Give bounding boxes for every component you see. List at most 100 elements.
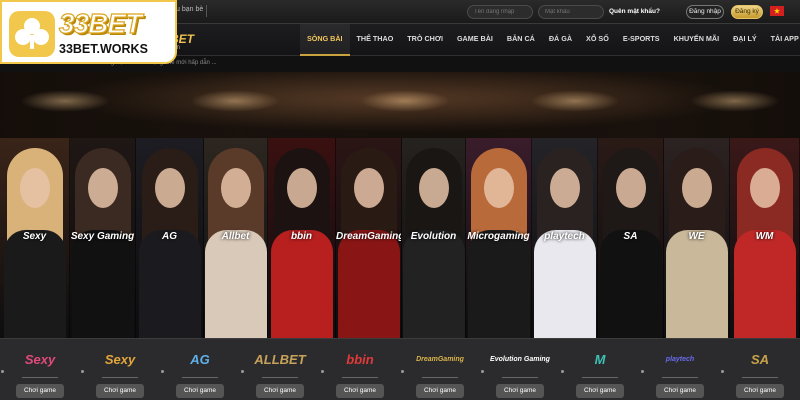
provider-panel[interactable]: Sexy Gaming	[70, 138, 136, 338]
provider-panel[interactable]: playtech	[532, 138, 598, 338]
dealer-face	[87, 168, 118, 208]
nav-item[interactable]: TRÒ CHƠI	[400, 24, 450, 56]
provider-panel[interactable]: DreamGaming	[336, 138, 402, 338]
provider-logo: ALLBET	[254, 352, 306, 367]
dealer-face	[681, 168, 712, 208]
nav-item[interactable]: TẢI APP	[764, 24, 800, 56]
nav-item[interactable]: BẮN CÁ	[500, 24, 542, 56]
provider-logo: DreamGaming	[416, 356, 464, 363]
username-input[interactable]	[467, 5, 533, 19]
forgot-password-link[interactable]: Quên mật khẩu?	[609, 8, 660, 15]
dealer-face	[418, 168, 449, 208]
dealer-face	[353, 168, 384, 208]
nav-item[interactable]: GAME BÀI	[450, 24, 500, 56]
separator-dot	[1, 370, 4, 373]
provider-logo: Evolution Gaming	[490, 356, 550, 363]
nav-item[interactable]: ĐẠI LÝ	[726, 24, 764, 56]
dealer-outfit	[270, 230, 333, 338]
dealer-outfit	[138, 230, 201, 338]
brand-site: 33BET.WORKS	[59, 42, 148, 56]
play-game-button[interactable]: Chơi game	[496, 384, 544, 398]
brand-name: 33BET	[58, 7, 142, 39]
provider-logo: M	[594, 352, 606, 367]
chandelier-light	[360, 90, 450, 112]
dealer-outfit	[665, 230, 728, 338]
dealer-face	[749, 168, 780, 208]
chandelier-light	[20, 90, 110, 112]
provider-panel[interactable]: bbin	[268, 138, 336, 338]
provider-item: AG Chơi game	[160, 339, 240, 400]
casino-banner	[0, 72, 800, 138]
dealer-outfit	[71, 230, 134, 338]
provider-panel[interactable]: Microgaming	[466, 138, 532, 338]
divider	[742, 377, 778, 378]
dealer-outfit	[204, 230, 267, 338]
password-input[interactable]	[538, 5, 604, 19]
club-logo-icon	[9, 11, 55, 57]
register-button[interactable]: Đăng ký	[731, 5, 763, 19]
vietnam-flag-icon[interactable]	[770, 6, 784, 16]
provider-logo: Allbet	[221, 231, 250, 242]
nav-item[interactable]: E-SPORTS	[616, 24, 667, 56]
provider-item: SA Chơi game	[720, 339, 800, 400]
play-game-button[interactable]: Chơi game	[16, 384, 64, 398]
dealer-outfit	[599, 230, 662, 338]
play-game-button[interactable]: Chơi game	[96, 384, 144, 398]
nav-item[interactable]: ĐÁ GÀ	[542, 24, 579, 56]
main-nav: SÒNG BÀI THỂ THAO TRÒ CHƠI GAME BÀI BẮN CÁ ĐÁ…	[300, 24, 800, 56]
provider-logo: AG	[190, 352, 210, 367]
dealer-outfit	[337, 230, 400, 338]
provider-logo: Microgaming	[467, 231, 530, 242]
provider-panel[interactable]: SA	[598, 138, 664, 338]
play-game-button[interactable]: Chơi game	[736, 384, 784, 398]
provider-item: M Chơi game	[560, 339, 640, 400]
play-game-button[interactable]: Chơi game	[416, 384, 464, 398]
provider-panel[interactable]: Sexy	[0, 138, 70, 338]
provider-panel[interactable]: WE	[664, 138, 730, 338]
play-game-button[interactable]: Chơi game	[256, 384, 304, 398]
dealer-face	[286, 168, 317, 208]
dealer-face	[19, 168, 50, 208]
separator-dot	[561, 370, 564, 373]
nav-item[interactable]: KHUYẾN MÃI	[667, 24, 727, 56]
provider-logo: Sexy	[104, 352, 136, 367]
separator-dot	[241, 370, 244, 373]
play-game-button[interactable]: Chơi game	[576, 384, 624, 398]
provider-item: DreamGaming Chơi game	[400, 339, 480, 400]
divider	[422, 377, 458, 378]
provider-item: Sexy Chơi game	[80, 339, 160, 400]
provider-panel[interactable]: WM	[730, 138, 800, 338]
login-button[interactable]: Đăng nhập	[686, 5, 724, 19]
separator-dot	[81, 370, 84, 373]
provider-logo: playtech	[665, 356, 695, 363]
provider-item: ALLBET Chơi game	[240, 339, 320, 400]
nav-item[interactable]: XỔ SỐ	[579, 24, 616, 56]
play-game-button[interactable]: Chơi game	[336, 384, 384, 398]
provider-logo: Sexy	[24, 352, 56, 367]
provider-logo: SA	[623, 231, 638, 242]
divider	[182, 377, 218, 378]
provider-item: Evolution Gaming Chơi game	[480, 339, 560, 400]
provider-logo: bbin	[346, 352, 374, 367]
dealer-face	[615, 168, 646, 208]
nav-item[interactable]: THỂ THAO	[350, 24, 401, 56]
play-game-button[interactable]: Chơi game	[176, 384, 224, 398]
provider-logo: SA	[750, 352, 770, 367]
provider-item: Sexy Chơi game	[0, 339, 80, 400]
provider-gallery: Sexy Sexy Gaming AG Allbet bbin DreamGaming Ev…	[0, 138, 800, 338]
separator-dot	[721, 370, 724, 373]
provider-panel[interactable]: AG	[136, 138, 204, 338]
dealer-face	[154, 168, 185, 208]
provider-panel[interactable]: Evolution	[402, 138, 466, 338]
divider	[342, 377, 378, 378]
provider-logo: playtech	[544, 231, 585, 242]
provider-panel[interactable]: Allbet	[204, 138, 268, 338]
provider-logo: WE	[688, 231, 705, 242]
play-game-button[interactable]: Chơi game	[656, 384, 704, 398]
chandelier-light	[190, 90, 280, 112]
nav-item[interactable]: SÒNG BÀI	[300, 24, 350, 56]
divider	[22, 377, 58, 378]
dealer-face	[220, 168, 251, 208]
brand-badge[interactable]: 33BET 33BET.WORKS	[0, 0, 177, 64]
divider	[582, 377, 618, 378]
